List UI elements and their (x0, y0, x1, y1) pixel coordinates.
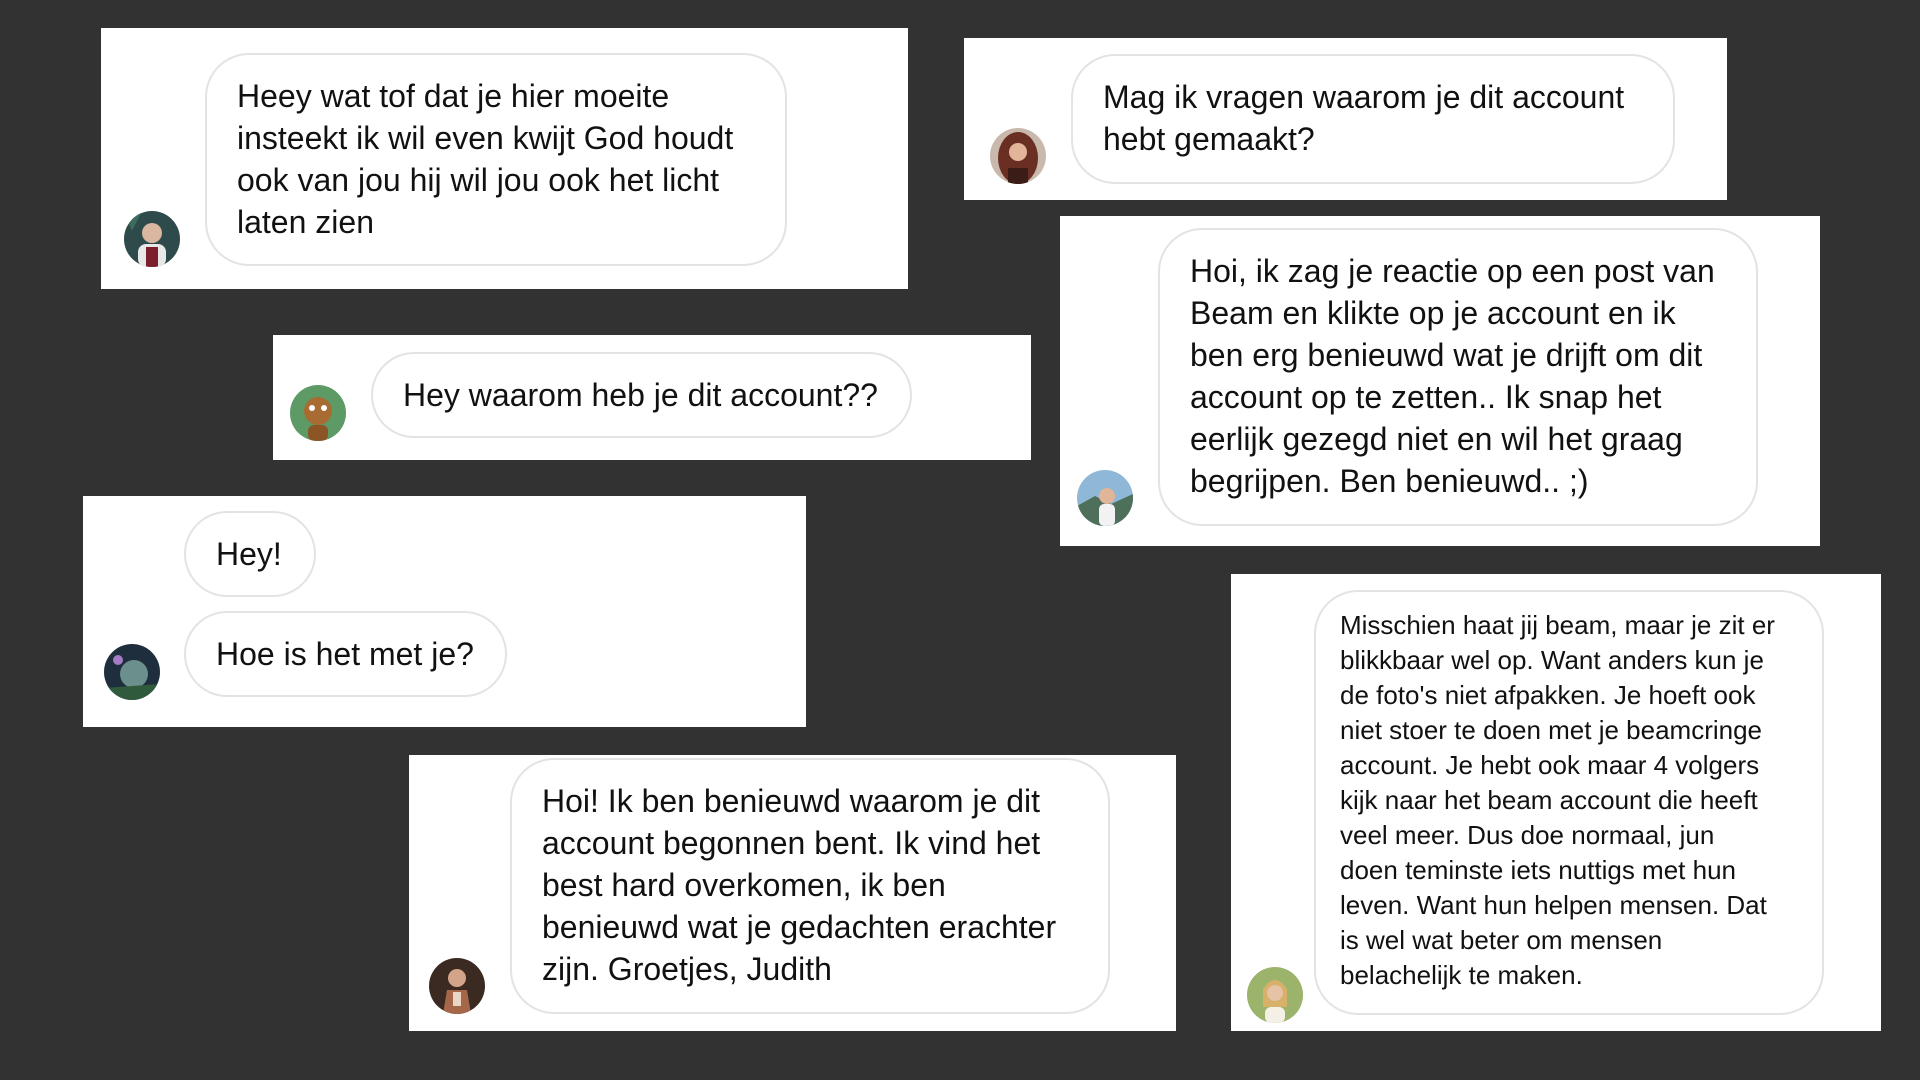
message-bubble-4[interactable]: Hoi, ik zag je reactie op een post van B… (1158, 228, 1758, 526)
message-bubble-3[interactable]: Hey waarom heb je dit account?? (371, 352, 912, 438)
message-card-2: Mag ik vragen waarom je dit account hebt… (964, 38, 1727, 200)
message-bubble-6[interactable]: Hoi! Ik ben benieuwd waarom je dit accou… (510, 758, 1110, 1014)
profile-photo-icon (290, 385, 346, 441)
sender-avatar-2[interactable] (990, 128, 1046, 184)
message-bubble-7[interactable]: Misschien haat jij beam, maar je zit er … (1314, 590, 1824, 1015)
sender-avatar-4[interactable] (1077, 470, 1133, 526)
message-card-1: Heey wat tof dat je hier moeite insteekt… (101, 28, 908, 289)
sender-avatar-7[interactable] (1247, 967, 1303, 1023)
message-card-7: Misschien haat jij beam, maar je zit er … (1231, 574, 1881, 1031)
message-bubble-5a[interactable]: Hey! (184, 511, 316, 597)
profile-photo-icon (429, 958, 485, 1014)
sender-avatar-6[interactable] (429, 958, 485, 1014)
collage-background: Heey wat tof dat je hier moeite insteekt… (0, 0, 1920, 1080)
message-bubble-1[interactable]: Heey wat tof dat je hier moeite insteekt… (205, 53, 787, 266)
profile-photo-icon (1247, 967, 1303, 1023)
profile-photo-icon (124, 211, 180, 267)
message-card-5: Hey! Hoe is het met je? (83, 496, 806, 727)
message-card-6: Hoi! Ik ben benieuwd waarom je dit accou… (409, 755, 1176, 1031)
message-bubble-2[interactable]: Mag ik vragen waarom je dit account hebt… (1071, 54, 1675, 184)
profile-photo-icon (990, 128, 1046, 184)
sender-avatar-1[interactable] (124, 211, 180, 267)
profile-photo-icon (1077, 470, 1133, 526)
profile-photo-icon (104, 644, 160, 700)
message-card-4: Hoi, ik zag je reactie op een post van B… (1060, 216, 1820, 546)
sender-avatar-5[interactable] (104, 644, 160, 700)
sender-avatar-3[interactable] (290, 385, 346, 441)
message-card-3: Hey waarom heb je dit account?? (273, 335, 1031, 460)
message-bubble-5b[interactable]: Hoe is het met je? (184, 611, 507, 697)
